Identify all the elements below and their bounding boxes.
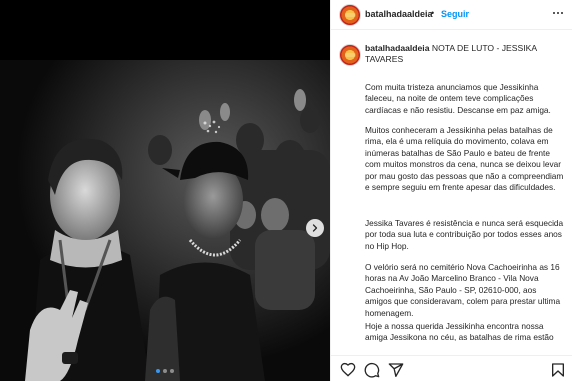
bookmark-icon bbox=[552, 363, 564, 377]
caption-area[interactable]: batalhadaaldeia NOTA DE LUTO - JESSIKA T… bbox=[331, 30, 572, 355]
share-button[interactable] bbox=[388, 362, 404, 378]
carousel-next-button[interactable] bbox=[306, 219, 324, 237]
follow-button[interactable]: Seguir bbox=[441, 9, 469, 19]
post-photo[interactable] bbox=[0, 0, 330, 381]
carousel-dot bbox=[163, 369, 167, 373]
chevron-right-icon bbox=[312, 224, 318, 232]
caption-paragraph: Com muita tristeza anunciamos que Jessik… bbox=[365, 82, 551, 115]
caption-paragraph: Hoje a nossa querida Jessikinha encontra… bbox=[365, 321, 554, 343]
action-bar bbox=[331, 355, 572, 381]
caption-heading: batalhadaaldeia NOTA DE LUTO - JESSIKA T… bbox=[365, 43, 565, 65]
post-details-panel: batalhadaaldeia • Seguir batalhadaaldeia… bbox=[330, 0, 572, 381]
heart-icon bbox=[340, 362, 356, 377]
like-button[interactable] bbox=[340, 362, 356, 378]
instagram-post-modal: batalhadaaldeia • Seguir batalhadaaldeia… bbox=[0, 0, 572, 381]
comment-button[interactable] bbox=[364, 362, 380, 378]
photo-illustration bbox=[0, 60, 330, 381]
post-header: batalhadaaldeia • Seguir bbox=[331, 0, 572, 30]
caption-paragraph: Jessika Tavares é resistência e nunca se… bbox=[365, 218, 564, 251]
save-button[interactable] bbox=[550, 362, 566, 378]
caption-paragraph: Muitos conheceram a Jessikinha pelas bat… bbox=[365, 125, 564, 193]
more-options-icon[interactable] bbox=[553, 8, 567, 18]
caption-username[interactable]: batalhadaaldeia bbox=[365, 43, 429, 53]
separator-dot: • bbox=[431, 8, 435, 18]
post-username[interactable]: batalhadaaldeia bbox=[365, 9, 433, 19]
avatar[interactable] bbox=[339, 4, 361, 26]
caption-avatar[interactable] bbox=[339, 44, 361, 66]
carousel-indicator bbox=[0, 369, 330, 373]
carousel-dot bbox=[156, 369, 160, 373]
caption-paragraph: O velório será no cemitério Nova Cachoei… bbox=[365, 262, 561, 318]
share-icon bbox=[388, 363, 404, 377]
comment-icon bbox=[364, 362, 380, 378]
carousel-dot bbox=[170, 369, 174, 373]
